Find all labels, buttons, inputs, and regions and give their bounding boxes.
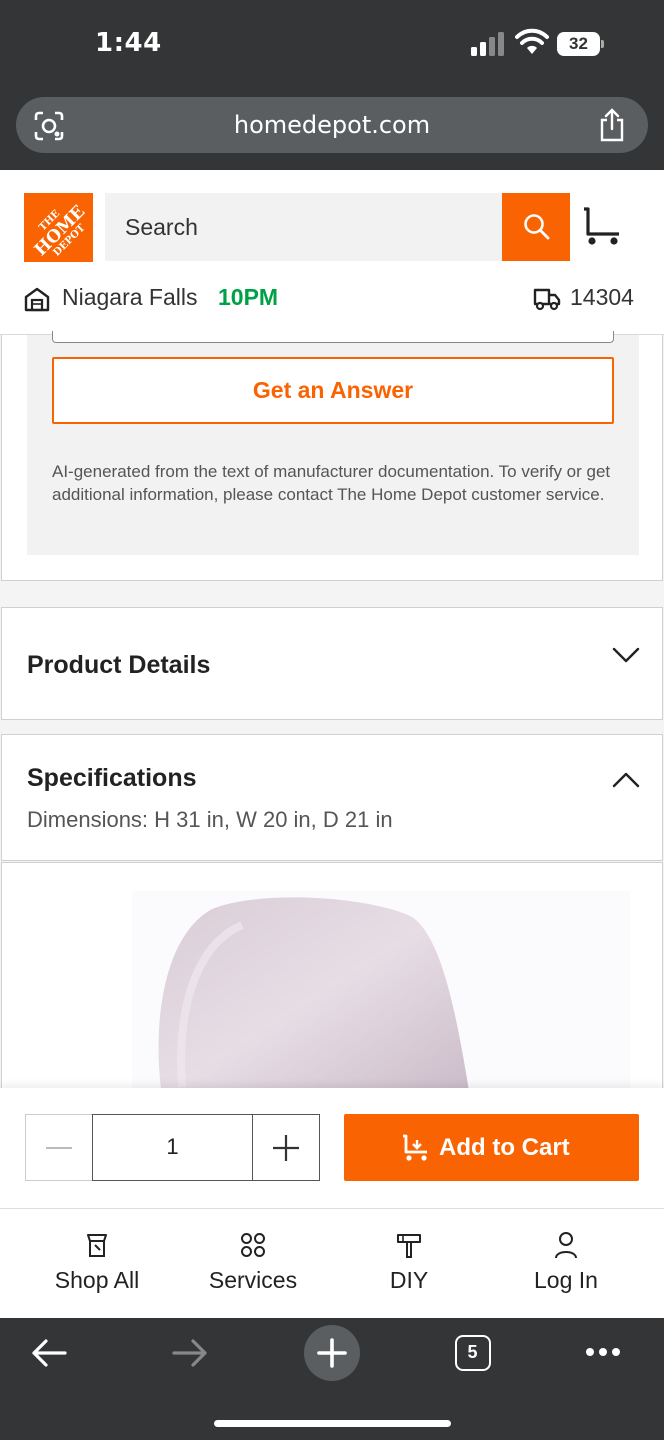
qa-panel: Get an Answer AI-generated from the text… [27, 331, 639, 555]
shop-all-icon [87, 1234, 107, 1257]
product-details-accordion[interactable]: Product Details [1, 607, 663, 720]
bottom-nav: Shop All Services DIY Log In [0, 1208, 664, 1318]
forward-arrow-icon[interactable] [171, 1338, 209, 1368]
nav-services[interactable]: Services [170, 1209, 336, 1319]
qa-section: Get an Answer AI-generated from the text… [1, 331, 663, 581]
specifications-summary: Dimensions: H 31 in, W 20 in, D 21 in [27, 807, 393, 832]
product-image-card [1, 862, 663, 1090]
services-icon [241, 1233, 265, 1257]
search-button[interactable] [502, 193, 570, 261]
lens-icon[interactable] [33, 110, 65, 142]
new-tab-icon[interactable] [304, 1325, 360, 1381]
home-depot-logo[interactable]: THE HOME DEPOT [24, 193, 93, 262]
battery-icon: 32 [557, 32, 605, 56]
diy-icon [397, 1234, 421, 1258]
tab-count: 5 [467, 1342, 478, 1362]
quantity-input[interactable]: 1 [92, 1114, 253, 1181]
add-to-cart-bar: 1 Add to Cart [0, 1088, 664, 1208]
question-input[interactable] [52, 331, 614, 343]
nav-shop-all[interactable]: Shop All [14, 1209, 180, 1319]
specifications-accordion[interactable]: Specifications Dimensions: H 31 in, W 20… [1, 734, 663, 861]
product-image-chair[interactable] [152, 897, 482, 1090]
plus-icon [273, 1135, 299, 1161]
delivery-truck-icon [533, 288, 561, 311]
share-icon[interactable] [596, 108, 628, 142]
wifi-icon [515, 28, 549, 54]
quantity-increase-button[interactable] [253, 1114, 320, 1181]
home-indicator [214, 1420, 451, 1427]
url-text[interactable]: homedepot.com [16, 97, 648, 153]
search-input[interactable]: Search [105, 193, 502, 261]
chevron-up-icon[interactable] [612, 771, 640, 789]
browser-toolbar: 5 [0, 1318, 664, 1440]
cellular-signal-icon [471, 32, 504, 56]
nav-shop-all-label: Shop All [54, 1267, 140, 1293]
nav-log-in-label: Log In [534, 1267, 598, 1293]
specifications-title: Specifications [27, 764, 197, 792]
store-hours: 10PM [218, 284, 279, 310]
tabs-button[interactable]: 5 [455, 1335, 491, 1371]
nav-diy-label: DIY [389, 1267, 429, 1293]
search-placeholder: Search [125, 214, 198, 240]
browser-chrome: 1:44 32 homedepot.com [0, 0, 664, 170]
delivery-zip[interactable]: 14304 [570, 284, 634, 311]
battery-level: 32 [569, 34, 588, 53]
site-header: THE HOME DEPOT Search Niagara Falls 10PM… [0, 170, 664, 335]
add-to-cart-label: Add to Cart [439, 1134, 570, 1161]
product-details-title: Product Details [27, 651, 211, 679]
minus-icon [46, 1147, 72, 1149]
url-bar[interactable]: homedepot.com [16, 97, 648, 153]
add-to-cart-button[interactable]: Add to Cart [344, 1114, 639, 1181]
cart-icon[interactable] [581, 206, 623, 248]
nav-services-label: Services [208, 1267, 298, 1293]
ai-disclaimer: AI-generated from the text of manufactur… [52, 462, 611, 504]
nav-log-in[interactable]: Log In [483, 1209, 649, 1319]
status-time: 1:44 [95, 28, 162, 58]
get-answer-button[interactable]: Get an Answer [52, 357, 614, 424]
quantity-decrease-button[interactable] [25, 1114, 92, 1181]
nav-diy[interactable]: DIY [326, 1209, 492, 1319]
store-name[interactable]: Niagara Falls [62, 284, 198, 311]
search-icon [524, 214, 550, 240]
cart-icon [403, 1134, 427, 1161]
back-arrow-icon[interactable] [30, 1338, 68, 1368]
user-icon [555, 1232, 577, 1259]
chevron-down-icon[interactable] [612, 646, 640, 664]
more-options-icon[interactable] [585, 1346, 621, 1358]
store-icon [24, 287, 50, 312]
